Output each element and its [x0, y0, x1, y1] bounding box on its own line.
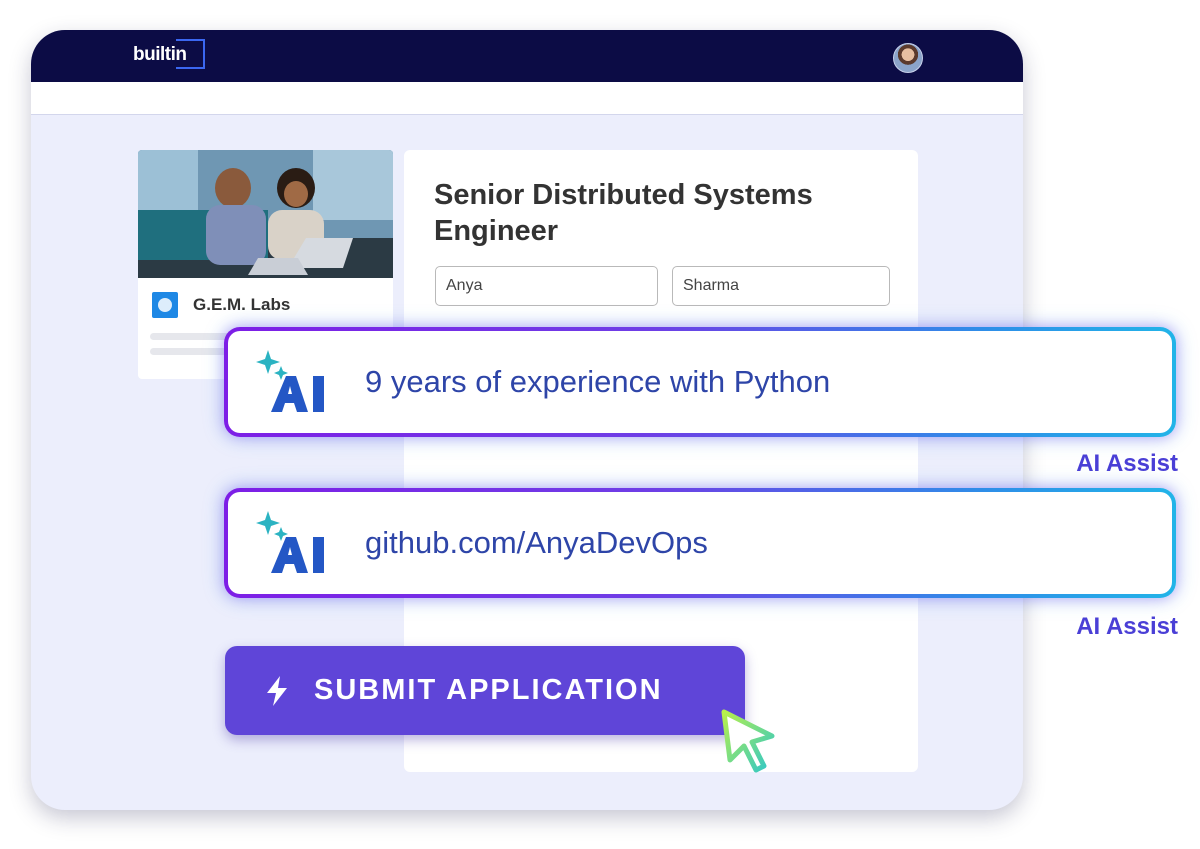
avatar[interactable] [893, 43, 923, 73]
lightning-bolt-icon [267, 676, 287, 706]
ai-suggestion-body: 9 years of experience with Python [228, 331, 1172, 433]
company-photo [138, 150, 393, 278]
job-title: Senior Distributed Systems Engineer [434, 179, 813, 247]
mouse-cursor-icon [721, 709, 775, 773]
ai-sparkle-icon [256, 350, 324, 412]
first-name-field[interactable]: Anya [435, 266, 658, 306]
stage: builtin G.E.M. Labs Senior Distributed S… [0, 0, 1200, 849]
logo-text: builtin [133, 44, 187, 65]
ai-suggestion-text: 9 years of experience with Python [365, 364, 831, 399]
ai-suggestion-text: github.com/AnyaDevOps [365, 525, 708, 560]
ai-sparkle-icon [256, 511, 324, 573]
last-name-field[interactable]: Sharma [672, 266, 890, 306]
company-name[interactable]: G.E.M. Labs [193, 295, 290, 315]
company-logo-icon [152, 292, 178, 318]
ai-suggestion-github[interactable]: github.com/AnyaDevOps [224, 488, 1176, 598]
top-navigation-bar: builtin [31, 30, 1023, 82]
ai-suggestion-experience[interactable]: 9 years of experience with Python [224, 327, 1176, 437]
submit-application-button[interactable]: SUBMIT APPLICATION [225, 646, 745, 735]
secondary-bar [31, 82, 1023, 115]
ai-suggestion-body: github.com/AnyaDevOps [228, 492, 1172, 594]
submit-button-label: SUBMIT APPLICATION [314, 674, 663, 706]
ai-assist-label: AI Assist [1076, 613, 1178, 640]
ai-assist-label: AI Assist [1076, 450, 1178, 477]
builtin-logo[interactable]: builtin [132, 39, 206, 71]
